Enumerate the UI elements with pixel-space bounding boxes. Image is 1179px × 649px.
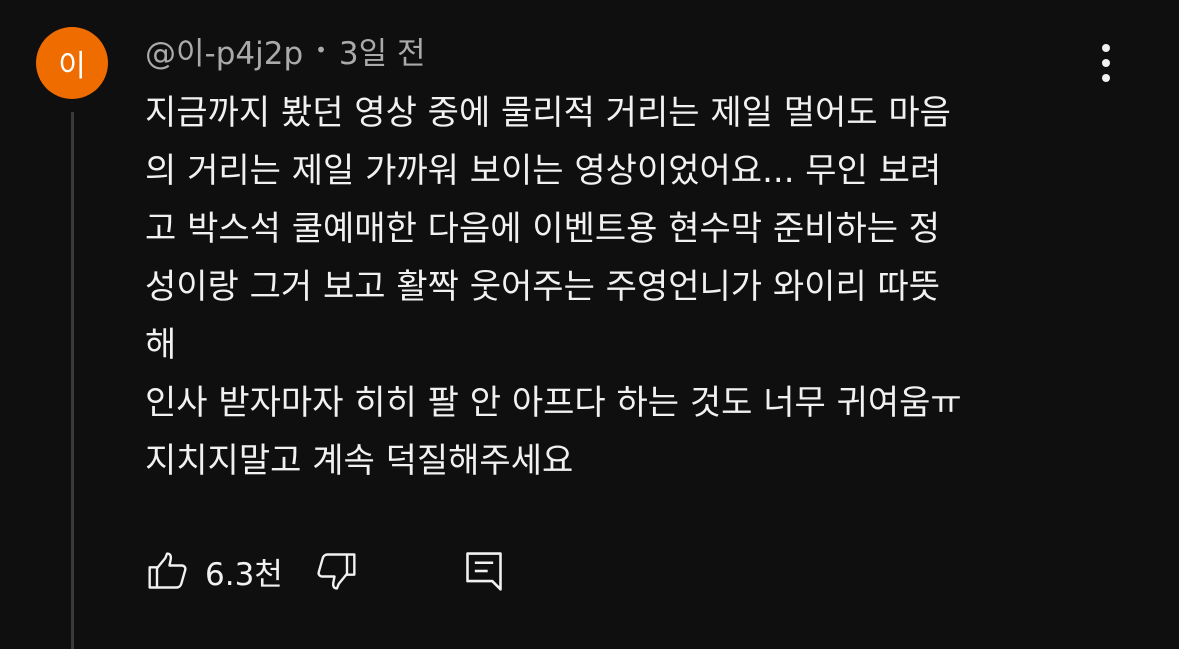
comment-actions: 6.3천 [145,545,507,597]
more-vertical-icon-dot [1102,59,1110,67]
reply-button[interactable] [461,548,507,594]
author-name[interactable]: @이-p4j2p [145,28,303,73]
reply-thread-line [71,112,74,649]
comment-line: 의 거리는 제일 가까워 보이는 영상이었어요... 무인 보려 [145,151,942,191]
comment-timestamp[interactable]: 3일 전 [339,28,426,73]
comment-line: 성이랑 그거 보고 활짝 웃어주는 주영언니가 와이리 따뜻 [145,267,941,307]
comment-line: 인사 받자마자 히히 팔 안 아프다 하는 것도 너무 귀여움ㅠ [145,383,962,423]
separator-dot: • [315,38,327,62]
more-vertical-icon [1102,44,1110,52]
comment-line: 지금까지 봤던 영상 중에 물리적 거리는 제일 멀어도 마음 [145,93,951,133]
comment-line: 해 [145,325,177,365]
comment-icon [466,552,502,591]
more-options-button[interactable] [1088,38,1124,88]
avatar[interactable]: 이 [36,27,108,99]
like-count: 6.3천 [205,556,283,593]
comment-line: 고 박스석 쿨예매한 다음에 이벤트용 현수막 준비하는 정 [145,209,941,249]
comment-line: 지치지말고 계속 덕질해주세요 [145,441,574,481]
more-vertical-icon-dot [1102,74,1110,82]
dislike-button[interactable] [313,548,359,594]
like-button[interactable] [145,548,191,594]
avatar-initial: 이 [58,49,86,84]
comment-header: @이-p4j2p • 3일 전 [145,28,426,72]
comment-body: 지금까지 봤던 영상 중에 물리적 거리는 제일 멀어도 마음 의 거리는 제일… [145,84,1080,490]
thumbs-down-icon [317,553,356,590]
thumbs-up-icon [148,552,187,589]
